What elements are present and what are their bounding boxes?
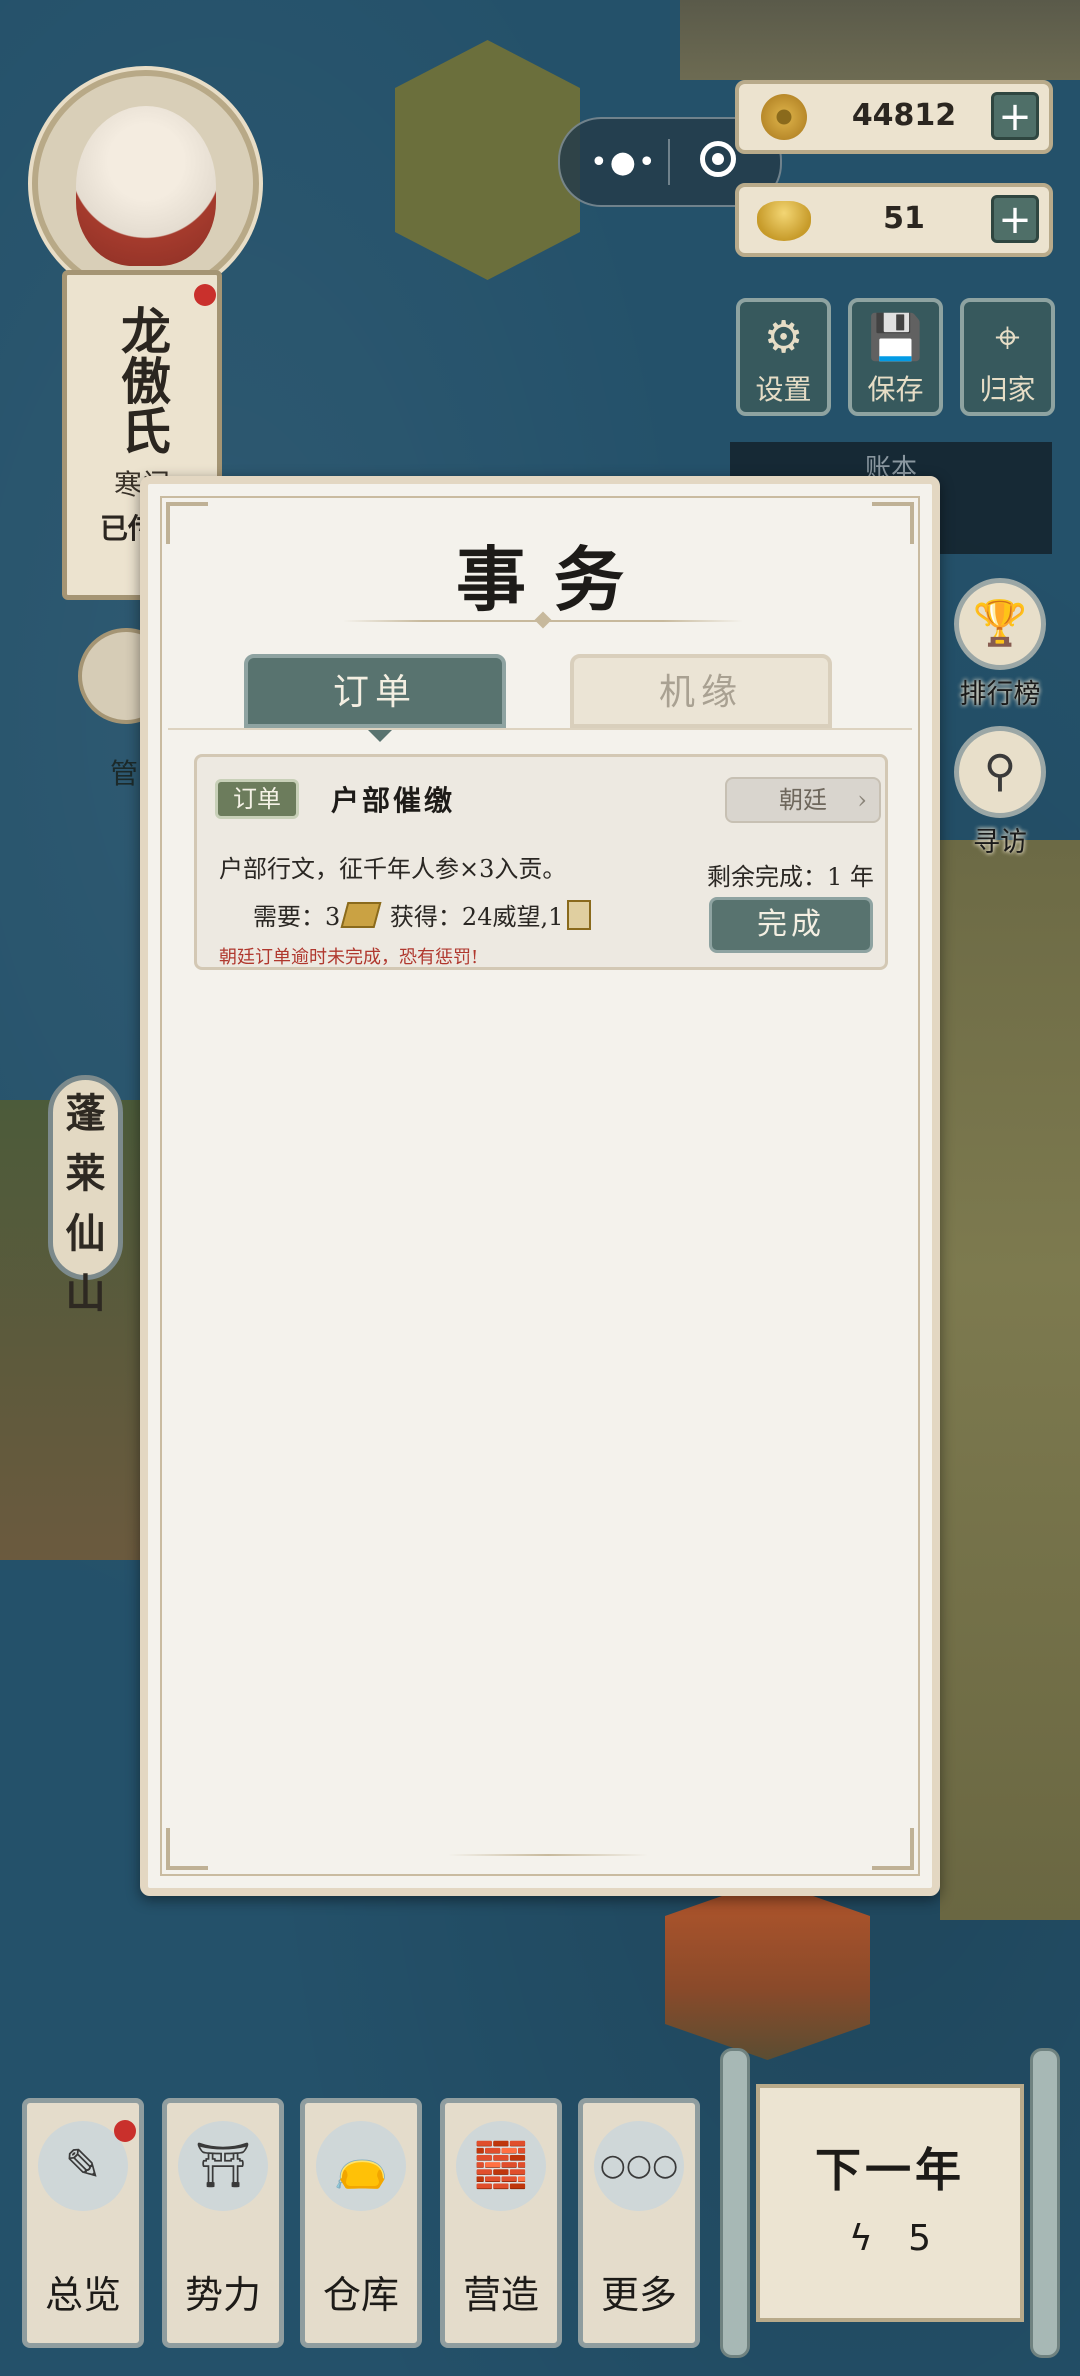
gain-text: 24威望,1 <box>461 903 564 931</box>
add-coins-button[interactable]: + <box>991 92 1039 140</box>
tab-orders[interactable]: 订单 <box>244 654 506 742</box>
place-name: 蓬莱仙山 <box>65 1090 106 1317</box>
chevron-right-icon: › <box>857 786 867 814</box>
palace-icon: ⛩ <box>178 2121 268 2211</box>
home-button[interactable]: ⌖ 归家 <box>960 298 1055 416</box>
settings-button[interactable]: ⚙ 设置 <box>736 298 831 416</box>
order-description: 户部行文，征千年人参×3入贡。 <box>219 855 567 883</box>
gain-label: 获得： <box>389 903 462 931</box>
corner-ornament <box>872 1828 914 1870</box>
trophy-icon: 🏆 <box>954 578 1046 670</box>
token-card-icon <box>567 900 592 930</box>
menu-faction-label: 势力 <box>184 2273 261 2317</box>
corner-ornament <box>166 1828 208 1870</box>
settings-label: 设置 <box>755 373 812 406</box>
leaderboard-button[interactable]: 🏆 排行榜 <box>950 578 1050 711</box>
save-label: 保存 <box>867 373 924 406</box>
magnifier-icon: ⚲ <box>954 726 1046 818</box>
menu-more-label: 更多 <box>600 2273 677 2317</box>
order-card: 订单 户部催缴 朝廷 › 户部行文，征千年人参×3入贡。 需要：3 获得：24威… <box>194 754 888 970</box>
bricks-trowel-icon: 🧱 <box>456 2121 546 2211</box>
notification-dot <box>194 284 216 306</box>
scroll-rod <box>720 2048 750 2358</box>
need-label: 需要： <box>253 903 325 931</box>
gear-icon: ⚙ <box>763 312 804 363</box>
next-year-scroll: 下一年 ϟ 5 <box>756 2084 1024 2322</box>
menu-more-button[interactable]: ○○○ 更多 <box>578 2098 700 2348</box>
menu-build-label: 营造 <box>462 2273 539 2317</box>
notification-dot <box>114 2120 136 2142</box>
visit-label: 寻访 <box>973 827 1027 858</box>
save-icon: 💾 <box>868 312 923 363</box>
more-dots-icon: ○○○ <box>594 2121 684 2211</box>
order-remaining-time: 剩余完成：1 年 <box>707 863 874 891</box>
avatar-portrait <box>76 106 216 266</box>
tab-opportunities[interactable]: 机缘 <box>570 654 832 728</box>
leaderboard-label: 排行榜 <box>959 679 1041 710</box>
order-source-label: 朝廷 <box>779 786 827 814</box>
gold-ingot-icon <box>757 201 811 241</box>
steward-label: 管 <box>110 757 139 790</box>
player-name: 龙傲氏 <box>113 305 172 455</box>
dialog-title: 事务 <box>456 538 652 621</box>
place-name-scroll[interactable]: 蓬莱仙山 <box>48 1075 123 1317</box>
more-menu-icon[interactable]: •●• <box>590 145 658 180</box>
money-bag-icon: 👝 <box>316 2121 406 2211</box>
menu-build-button[interactable]: 🧱 营造 <box>440 2098 562 2348</box>
order-warning: 朝廷订单逾时未完成，恐有惩罚! <box>219 947 479 968</box>
next-year-button[interactable]: 下一年 ϟ 5 <box>720 2048 1060 2358</box>
menu-warehouse-button[interactable]: 👝 仓库 <box>300 2098 422 2348</box>
energy-amount: 5 <box>908 2218 932 2259</box>
complete-order-button[interactable]: 完成 <box>709 897 873 953</box>
town-tile[interactable] <box>680 0 1080 80</box>
coin-icon <box>761 94 807 140</box>
menu-overview-label: 总览 <box>44 2273 121 2317</box>
autumn-forest-tile[interactable] <box>665 1880 870 2060</box>
save-button[interactable]: 💾 保存 <box>848 298 943 416</box>
visit-button[interactable]: ⚲ 寻访 <box>950 726 1050 859</box>
order-badge: 订单 <box>215 779 299 819</box>
order-source-button[interactable]: 朝廷 › <box>725 777 881 823</box>
next-year-label: 下一年 <box>815 2143 965 2197</box>
grass-hex-tile[interactable] <box>395 40 580 280</box>
bottom-ornament <box>448 1854 648 1856</box>
lightning-icon: ϟ <box>848 2218 873 2259</box>
ingot-amount: 51 <box>883 201 925 236</box>
coin-resource: 44812 + <box>735 80 1053 154</box>
affairs-dialog: 事务 订单 机缘 订单 户部催缴 朝廷 › 户部行文，征千年人参×3入贡。 需要… <box>140 476 940 1896</box>
menu-faction-button[interactable]: ⛩ 势力 <box>162 2098 284 2348</box>
location-pin-icon: ⌖ <box>995 312 1020 363</box>
add-ingots-button[interactable]: + <box>991 195 1039 243</box>
scroll-rod <box>1030 2048 1060 2358</box>
energy-cost: ϟ 5 <box>760 2218 1020 2259</box>
order-title: 户部催缴 <box>331 784 456 817</box>
need-amount: 3 <box>325 903 341 931</box>
menu-warehouse-label: 仓库 <box>322 2273 399 2317</box>
order-requirements: 需要：3 获得：24威望,1 <box>253 897 592 932</box>
tab-underline <box>168 728 912 730</box>
home-label: 归家 <box>979 373 1036 406</box>
close-target-icon[interactable] <box>700 141 736 177</box>
player-avatar[interactable] <box>32 70 259 297</box>
gold-bar-icon <box>340 902 382 928</box>
wasteland-region[interactable] <box>940 840 1080 1920</box>
capsule-divider <box>668 139 670 185</box>
coin-amount: 44812 <box>851 98 957 133</box>
ingot-resource: 51 + <box>735 183 1053 257</box>
